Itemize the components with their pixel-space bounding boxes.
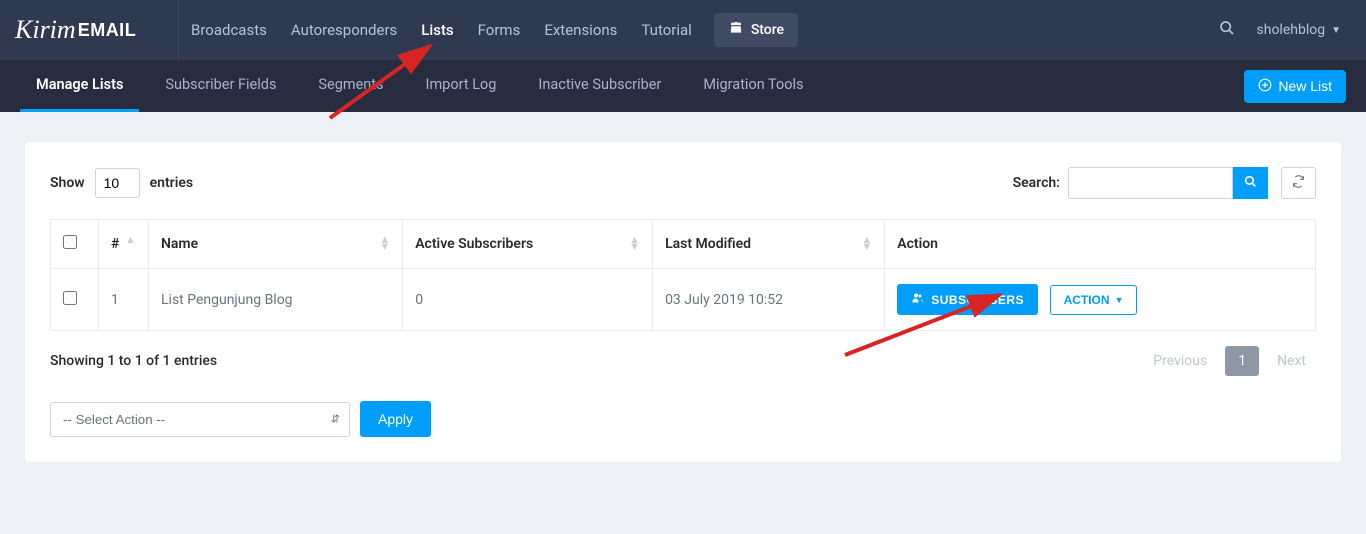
nav-lists[interactable]: Lists (409, 0, 465, 60)
tab-subscriber-fields[interactable]: Subscriber Fields (149, 60, 292, 112)
plus-circle-icon (1258, 78, 1272, 95)
cell-last-modified: 03 July 2019 10:52 (653, 269, 885, 331)
subscribers-button[interactable]: SUBSCRIBERS (897, 284, 1038, 315)
bulk-action-select[interactable]: -- Select Action -- (50, 402, 350, 437)
show-label: Show (50, 175, 85, 191)
search-input[interactable] (1068, 167, 1233, 199)
search-label: Search: (1013, 175, 1060, 191)
nav-broadcasts[interactable]: Broadcasts (179, 0, 279, 60)
tab-segments[interactable]: Segments (302, 60, 399, 112)
page-1[interactable]: 1 (1225, 346, 1259, 376)
cell-name: List Pengunjung Blog (149, 269, 403, 331)
search-icon[interactable] (1219, 20, 1235, 40)
cell-num: 1 (99, 269, 149, 331)
tab-migration-tools[interactable]: Migration Tools (687, 60, 819, 112)
apply-button[interactable]: Apply (360, 401, 431, 437)
refresh-button[interactable] (1281, 167, 1316, 199)
select-all-checkbox[interactable] (63, 235, 77, 249)
nav-tutorial[interactable]: Tutorial (629, 0, 703, 60)
th-last-modified[interactable]: Last Modified▲▼ (653, 220, 885, 269)
tab-inactive-subscriber[interactable]: Inactive Subscriber (522, 60, 677, 112)
chevron-down-icon: ▼ (1331, 25, 1341, 36)
nav-autoresponders[interactable]: Autoresponders (279, 0, 409, 60)
table-row: 1 List Pengunjung Blog 0 03 July 2019 10… (51, 269, 1316, 331)
new-list-button[interactable]: New List (1244, 70, 1346, 103)
entries-label: entries (150, 175, 193, 191)
cell-active-subscribers: 0 (403, 269, 653, 331)
row-checkbox[interactable] (63, 291, 77, 305)
store-icon (728, 21, 744, 39)
action-dropdown-button[interactable]: ACTION ▼ (1050, 285, 1138, 315)
next-page[interactable]: Next (1267, 347, 1316, 375)
tab-import-log[interactable]: Import Log (410, 60, 513, 112)
store-button[interactable]: Store (714, 13, 798, 47)
th-active-subscribers[interactable]: Active Subscribers▲▼ (403, 220, 653, 269)
brand-logo[interactable]: KirimEMAIL (0, 15, 178, 45)
nav-forms[interactable]: Forms (466, 0, 533, 60)
caret-down-icon: ▼ (1115, 295, 1124, 305)
th-number[interactable]: #▲ (99, 220, 149, 269)
th-action: Action (885, 220, 1316, 269)
prev-page[interactable]: Previous (1143, 347, 1217, 375)
search-button[interactable] (1233, 167, 1268, 199)
nav-extensions[interactable]: Extensions (532, 0, 629, 60)
user-menu[interactable]: sholehblog ▼ (1257, 22, 1341, 38)
tab-manage-lists[interactable]: Manage Lists (20, 60, 139, 112)
users-icon (911, 292, 924, 307)
entries-info: Showing 1 to 1 of 1 entries (50, 353, 217, 369)
entries-count-input[interactable] (95, 168, 140, 198)
th-name[interactable]: Name▲▼ (149, 220, 403, 269)
